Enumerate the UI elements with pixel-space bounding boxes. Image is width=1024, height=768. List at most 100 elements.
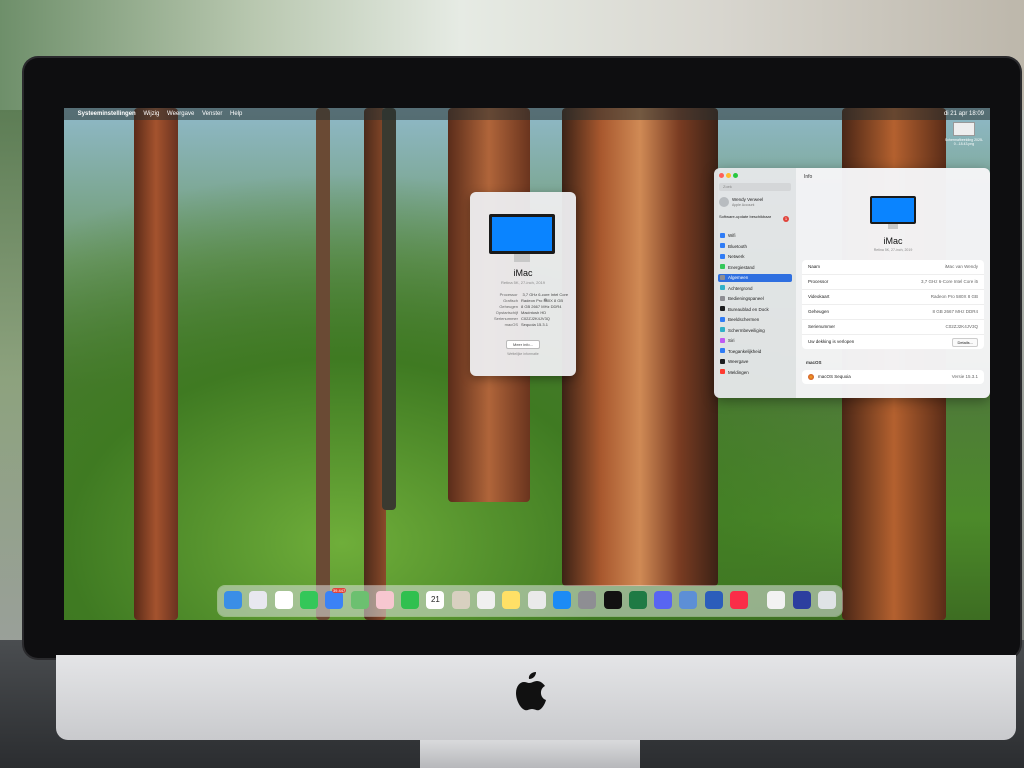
sidebar-item-meldingen[interactable]: Meldingen: [718, 369, 792, 377]
dock-freeform-icon[interactable]: [477, 591, 495, 609]
dock-system-settings-icon[interactable]: [578, 591, 597, 609]
info-row-coverage: Uw dekking is verlopen Details...: [802, 335, 984, 349]
dock-finder-icon[interactable]: [224, 591, 242, 609]
dock-discord-icon[interactable]: [654, 591, 673, 609]
software-update-label: Software-update beschikbaar: [719, 214, 772, 219]
dock-maps-icon[interactable]: [350, 591, 369, 609]
dock-word-icon[interactable]: [704, 591, 723, 609]
minimize-button[interactable]: [726, 173, 731, 178]
system-settings-window[interactable]: Zoek Wendy Verweel Apple Account Softwar…: [714, 168, 990, 398]
desktop-file-label: Schermafbeelding 2025-0...18.43.png: [944, 138, 984, 146]
sidebar-item-wifi[interactable]: Wifi: [718, 232, 792, 240]
sidebar-item-label: Algemeen: [728, 275, 749, 280]
menu-help[interactable]: Help: [230, 108, 242, 120]
dock-excel-icon[interactable]: [628, 591, 647, 609]
sidebar-item-beeldschermen[interactable]: Beeldschermen: [718, 316, 792, 324]
sidebar-item-label: Weergave: [728, 359, 749, 364]
dock-contacts-icon[interactable]: [451, 591, 470, 609]
schermbeveiliging-icon: [720, 327, 725, 332]
spec-row: Opstartschijf Macintosh HD: [495, 310, 547, 315]
sidebar-item-label: Bureaublad en Dock: [728, 306, 769, 312]
macos-row[interactable]: macOS Sequoia Versie 15.3.1: [802, 370, 984, 384]
sidebar-item-algemeen[interactable]: Algemeen: [718, 274, 792, 282]
info-table: Naam iMac van Wendy Processor 3,7 GHz 6-Co…: [802, 260, 984, 349]
more-info-button[interactable]: Meer info...: [506, 340, 540, 349]
dock: 39.447 21: [218, 586, 842, 616]
sidebar-item-bedieningspaneel[interactable]: Bedieningspaneel: [718, 295, 792, 303]
sidebar-item-label: Bedieningspaneel: [728, 296, 764, 301]
file-thumbnail-icon: [953, 122, 975, 136]
imac-illustration-icon: [489, 214, 555, 254]
sidebar-item-label: Beeldschermen: [728, 317, 760, 322]
dock-trash-icon[interactable]: [817, 591, 836, 609]
sidebar-item-label: Netwerk: [728, 254, 745, 259]
avatar: [719, 197, 729, 207]
imac-stand: [420, 740, 640, 768]
screen-desktop: Systeeminstellingen Wijzig Weergave Vens…: [64, 108, 990, 620]
dock-facetime-icon[interactable]: [401, 591, 420, 609]
menu-venster[interactable]: Venster: [202, 108, 222, 120]
dock-notes-icon[interactable]: [502, 591, 521, 609]
dock-launchpad-icon[interactable]: [249, 591, 268, 609]
about-this-mac-window[interactable]: iMac Retina 5K, 27-inch, 2019 Processor 3…: [470, 192, 576, 376]
dock-downloads-icon[interactable]: [767, 591, 786, 609]
spec-row: Serienummer C02ZJ2K4JV3Q: [493, 316, 550, 321]
toegankelijkheid-icon: [720, 348, 725, 353]
legal-link[interactable]: Wettelijke informatie: [478, 352, 568, 356]
imac-illustration-icon: [870, 196, 916, 224]
spec-row: Geheugen 8 GB 2667 MHz DDR4: [499, 304, 562, 309]
update-badge: 1: [783, 216, 789, 222]
details-button[interactable]: Details...: [952, 338, 978, 347]
sidebar-item-siri[interactable]: Siri: [718, 337, 792, 345]
sidebar-account[interactable]: Wendy Verweel Apple Account: [719, 196, 791, 210]
close-button[interactable]: [719, 173, 724, 178]
dock-chrome-icon[interactable]: [274, 591, 293, 609]
sidebar-item-weergave[interactable]: Weergave: [718, 358, 792, 366]
dock-music-icon[interactable]: [730, 591, 748, 609]
sidebar-item-energiestand[interactable]: Energiestand: [718, 264, 792, 272]
sidebar-item-label: Meldingen: [728, 369, 749, 375]
menu-clock[interactable]: di 21 apr 18:09: [944, 108, 984, 120]
macos-version: Versie 15.3.1: [951, 374, 978, 379]
info-row: Naam iMac van Wendy: [802, 260, 984, 275]
sidebar-item-label: Achtergrond: [728, 285, 753, 291]
macos-section-title: macOS: [806, 360, 822, 365]
dock-app-store-icon[interactable]: [552, 591, 571, 609]
software-update-item[interactable]: Software-update beschikbaar 1: [719, 214, 791, 226]
dock-messages-icon[interactable]: [299, 591, 318, 609]
netwerk-icon: [720, 253, 725, 259]
desktop-file[interactable]: Schermafbeelding 2025-0...18.43.png: [944, 122, 984, 156]
bureaublad-en-dock-icon: [720, 306, 725, 311]
settings-main-pane: Info iMac Retina 5K, 27-inch, 2019 Naam i…: [796, 168, 990, 398]
bluetooth-icon: [720, 243, 725, 248]
imac-illustration-stand: [514, 254, 530, 262]
energiestand-icon: [720, 264, 725, 269]
sidebar-item-label: Schermbeveiliging: [728, 327, 765, 333]
sidebar-item-toegankelijkheid[interactable]: Toegankelijkheid: [718, 348, 792, 356]
wifi-icon: [720, 232, 725, 238]
sidebar-item-schermbeveiliging[interactable]: Schermbeveiliging: [718, 327, 792, 335]
dock-photos-icon[interactable]: [375, 591, 394, 609]
menu-wijzig[interactable]: Wijzig: [143, 108, 159, 120]
sidebar-item-bluetooth[interactable]: Bluetooth: [718, 243, 792, 251]
dock-screen-share-icon[interactable]: [679, 591, 698, 609]
sidebar-item-bureaublad-en-dock[interactable]: Bureaublad en Dock: [718, 306, 792, 314]
zoom-button[interactable]: [733, 173, 738, 178]
dock-eu-folder-icon[interactable]: [792, 591, 811, 609]
sidebar-item-achtergrond[interactable]: Achtergrond: [718, 285, 792, 293]
info-row: Videokaart Radeon Pro 580X 8 GB: [802, 290, 984, 305]
dock-mail-icon[interactable]: 39.447: [325, 588, 347, 609]
menu-weergave[interactable]: Weergave: [167, 108, 194, 120]
dock-capture-icon[interactable]: [603, 591, 622, 609]
sidebar-item-netwerk[interactable]: Netwerk: [718, 253, 792, 261]
info-row: Processor 3,7 GHz 6-Core Intel Core i5: [802, 275, 984, 290]
settings-sidebar: Zoek Wendy Verweel Apple Account Softwar…: [714, 168, 796, 398]
imac-illustration-stand: [888, 224, 898, 229]
dock-calendar-icon[interactable]: 21: [426, 591, 445, 609]
menu-app-name[interactable]: Systeeminstellingen: [78, 108, 136, 120]
macos-sequoia-icon: [808, 374, 814, 380]
settings-search-input[interactable]: Zoek: [719, 183, 791, 191]
dock-rotating-app-icon[interactable]: [527, 591, 546, 609]
settings-model: iMac: [883, 236, 903, 246]
beeldschermen-icon: [720, 316, 725, 322]
